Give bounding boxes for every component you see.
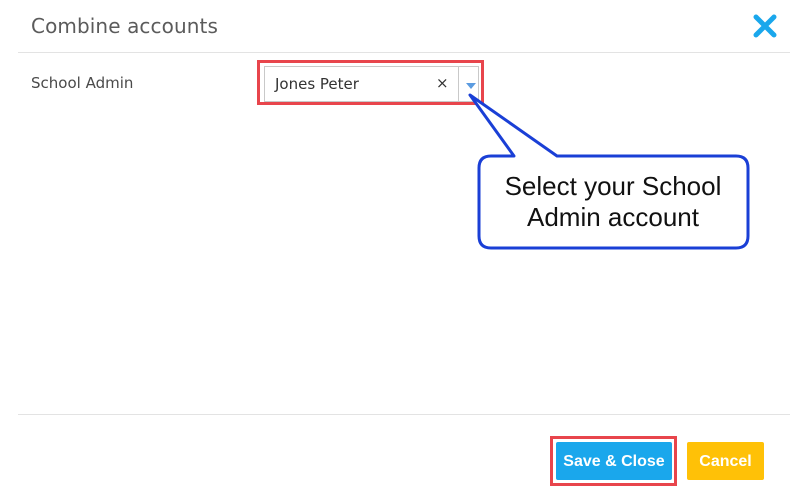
callout-line-1: Select your School	[504, 171, 722, 201]
select-separator	[458, 67, 459, 101]
dialog-title: Combine accounts	[31, 14, 218, 38]
callout-line-2: Admin account	[527, 202, 699, 232]
combine-accounts-dialog: Combine accounts School Admin Jones Pete…	[0, 0, 804, 501]
cancel-button[interactable]: Cancel	[687, 442, 764, 480]
clear-selection-button[interactable]: ×	[436, 74, 449, 92]
callout-text: Select your School Admin account	[482, 171, 744, 233]
close-button[interactable]	[752, 13, 778, 39]
select-value: Jones Peter	[275, 75, 359, 93]
save-and-close-button[interactable]: Save & Close	[556, 442, 672, 480]
header-divider	[18, 52, 790, 53]
footer-divider	[18, 414, 790, 415]
chevron-down-icon[interactable]	[466, 83, 476, 89]
close-x-icon	[753, 14, 777, 38]
school-admin-label: School Admin	[31, 74, 134, 92]
school-admin-select[interactable]: Jones Peter ×	[264, 66, 479, 102]
